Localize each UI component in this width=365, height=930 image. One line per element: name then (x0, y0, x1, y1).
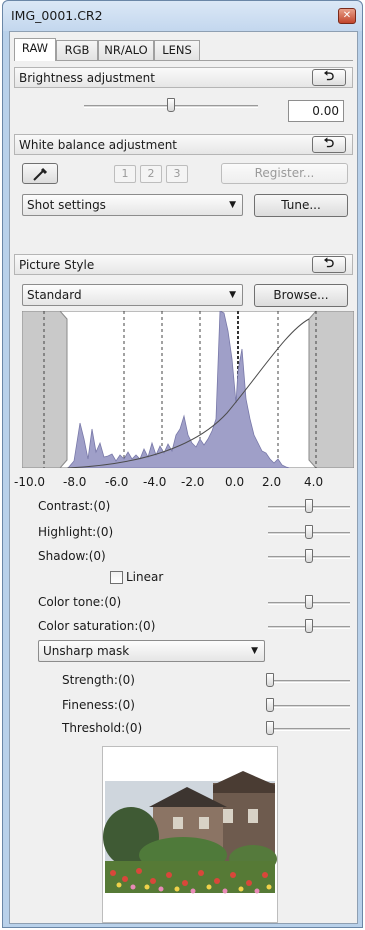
close-icon[interactable]: ✕ (338, 8, 356, 24)
linear-checkbox[interactable] (110, 571, 123, 584)
threshold-label: Threshold:(0) (62, 721, 143, 735)
image-preview-panel (102, 746, 278, 923)
register-button[interactable]: Register... (221, 163, 348, 184)
axis-tick: 4.0 (304, 475, 324, 489)
axis-tick: -4.0 (143, 475, 167, 489)
brightness-title: Brightness adjustment (19, 71, 155, 85)
color-tone-slider-thumb[interactable] (305, 595, 313, 609)
brightness-reset-button[interactable]: ⮌ (312, 69, 346, 86)
palette-content: RAW RGB NR/ALO LENS Brightness adjustmen… (9, 31, 358, 924)
wb-mode-value: Shot settings (27, 198, 106, 212)
axis-tick: -8.0 (63, 475, 87, 489)
threshold-slider[interactable] (268, 728, 350, 731)
color-saturation-slider-thumb[interactable] (305, 619, 313, 633)
tab-divider (14, 60, 353, 61)
wb-preset-group: 1 2 3 (114, 165, 194, 183)
eyedropper-button[interactable] (22, 163, 58, 184)
tool-palette-window: IMG_0001.CR2 ✕ RAW RGB NR/ALO LENS Brigh… (2, 0, 363, 928)
picture-style-section-header: Picture Style ⮌ (14, 254, 353, 275)
histogram-axis: -10.0 -8.0 -6.0 -4.0 -2.0 0.0 2.0 4.0 (10, 475, 359, 491)
undo-arrow-icon: ⮌ (323, 256, 335, 271)
tab-rgb[interactable]: RGB (56, 40, 98, 60)
brightness-slider-thumb[interactable] (167, 98, 175, 112)
title-bar[interactable]: IMG_0001.CR2 ✕ (3, 1, 362, 31)
white-balance-title: White balance adjustment (19, 138, 178, 152)
axis-tick: 0.0 (225, 475, 245, 489)
brightness-section-header: Brightness adjustment ⮌ (14, 67, 353, 88)
shadow-slider-thumb[interactable] (305, 549, 313, 563)
eyedropper-icon (33, 167, 48, 181)
photo-thumbnail (103, 747, 277, 922)
contrast-label: Contrast:(0) (38, 499, 111, 513)
fineness-label: Fineness:(0) (62, 698, 135, 712)
axis-tick: -10.0 (14, 475, 46, 489)
picture-style-select[interactable]: Standard ▼ (22, 284, 243, 306)
wb-preset-1[interactable]: 1 (114, 165, 136, 183)
white-balance-reset-button[interactable]: ⮌ (312, 136, 346, 153)
white-balance-section-header: White balance adjustment ⮌ (14, 134, 353, 155)
chevron-down-icon: ▼ (251, 646, 258, 656)
highlight-label: Highlight:(0) (38, 525, 114, 539)
wb-preset-2[interactable]: 2 (140, 165, 162, 183)
strength-slider-thumb[interactable] (266, 673, 274, 687)
sharpness-mode-select[interactable]: Unsharp mask ▼ (38, 640, 265, 662)
brightness-value-field[interactable]: 0.00 (288, 100, 344, 122)
sharpness-mode-value: Unsharp mask (43, 644, 130, 658)
tab-nr-alo[interactable]: NR/ALO (98, 40, 154, 60)
shadow-label: Shadow:(0) (38, 549, 106, 563)
picture-style-reset-button[interactable]: ⮌ (312, 256, 346, 273)
contrast-slider-thumb[interactable] (305, 499, 313, 513)
wb-mode-select[interactable]: Shot settings ▼ (22, 194, 243, 216)
axis-tick: -2.0 (181, 475, 205, 489)
strength-label: Strength:(0) (62, 673, 135, 687)
highlight-slider-thumb[interactable] (305, 525, 313, 539)
fineness-slider-thumb[interactable] (266, 698, 274, 712)
undo-arrow-icon: ⮌ (323, 136, 335, 151)
window-title: IMG_0001.CR2 (11, 8, 103, 23)
tab-raw[interactable]: RAW (14, 38, 56, 61)
chevron-down-icon: ▼ (229, 290, 236, 300)
strength-slider[interactable] (268, 680, 350, 683)
undo-arrow-icon: ⮌ (323, 69, 335, 84)
color-tone-label: Color tone:(0) (38, 595, 122, 609)
color-saturation-label: Color saturation:(0) (38, 619, 156, 633)
chevron-down-icon: ▼ (229, 200, 236, 210)
picture-style-value: Standard (27, 288, 82, 302)
browse-button[interactable]: Browse... (254, 284, 348, 307)
axis-tick: -6.0 (105, 475, 129, 489)
histogram-tone-curve[interactable] (22, 311, 354, 468)
linear-label: Linear (126, 570, 164, 584)
tab-lens[interactable]: LENS (154, 40, 200, 60)
tune-button[interactable]: Tune... (254, 194, 348, 217)
wb-preset-3[interactable]: 3 (166, 165, 188, 183)
fineness-slider[interactable] (268, 705, 350, 708)
picture-style-title: Picture Style (19, 258, 95, 272)
threshold-slider-thumb[interactable] (266, 721, 274, 735)
axis-tick: 2.0 (262, 475, 282, 489)
